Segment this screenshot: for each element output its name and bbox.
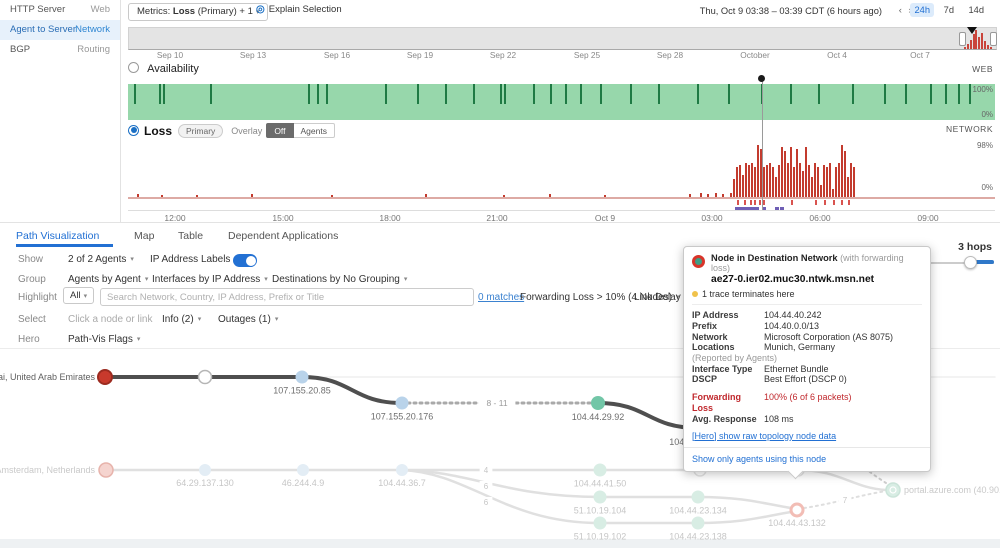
detail-key: Locations	[692, 342, 735, 353]
node-ip-label: 107.155.20.176	[371, 412, 434, 422]
graph-label: Dubai, United Arab Emirates	[0, 372, 95, 382]
tooltip-detail-rows: IP Address 104.44.40.242 Prefix 104.40.0.0/…	[692, 304, 922, 425]
node-ip-label: 51.10.19.104	[574, 506, 627, 516]
tooltip-row-gap	[692, 385, 922, 392]
node-ip-label: 104.44.43.132	[768, 518, 826, 528]
detail-value: 100% (6 of 6 packets)	[764, 392, 852, 403]
detail-key: DSCP	[692, 374, 718, 385]
tooltip-note-row: (Reported by Agents)	[692, 353, 778, 364]
tooltip-detail-row: DSCP Best Effort (DSCP 0)	[692, 374, 922, 385]
detail-key: Interface Type	[692, 363, 753, 374]
hop-node[interactable]	[593, 463, 607, 477]
tooltip-title: Node in Destination Network	[711, 253, 838, 263]
hop-node[interactable]	[593, 490, 607, 504]
node-ip-label: 46.244.4.9	[282, 478, 325, 488]
hop-node[interactable]	[295, 370, 309, 384]
hop-node[interactable]	[593, 516, 607, 530]
node-tooltip: Node in Destination Network (with forwar…	[683, 246, 931, 479]
tooltip-detail-row: Interface Type Ethernet Bundle	[692, 364, 922, 375]
detail-value: 108 ms	[764, 413, 794, 424]
detail-value: Best Effort (DSCP 0)	[764, 374, 847, 385]
node-ip-label: 104.44.41.50	[574, 479, 627, 489]
tooltip-detail-row: IP Address 104.44.40.242	[692, 310, 922, 321]
node-ip-label: 51.10.19.102	[574, 532, 627, 542]
graph-label: 8 - 11	[486, 398, 507, 408]
tooltip-detail-row: Prefix 104.40.0.0/13	[692, 321, 922, 332]
detail-value: Ethernet Bundle	[764, 363, 829, 374]
tooltip-hostname: ae27-0.ier02.muc30.ntwk.msn.net	[711, 274, 875, 285]
tooltip-detail-row: Locations Munich, Germany	[692, 342, 922, 353]
hop-node[interactable]	[395, 396, 409, 410]
node-ip-label: 104.44.36.7	[378, 478, 426, 488]
hop-node[interactable]	[297, 464, 309, 476]
tooltip-detail-row: Forwarding Loss 100% (6 of 6 packets)	[692, 392, 922, 414]
detail-value: 104.44.40.242	[764, 310, 822, 320]
detail-value: 104.40.0.0/13	[764, 320, 820, 331]
detail-key: Network	[692, 331, 728, 342]
node-ip-label: 104.44.23.138	[669, 532, 727, 542]
trace-terminates-note: 1 trace terminates here	[692, 289, 922, 299]
tooltip-detail-row: Avg. Response 108 ms	[692, 414, 922, 425]
graph-label: portal.azure.com (40.90.65.187)	[904, 485, 1000, 495]
agent-node-amsterdam[interactable]	[98, 462, 114, 478]
graph-label: 6	[484, 482, 489, 491]
hop-node[interactable]	[396, 464, 408, 476]
raw-topology-link[interactable]: [Hero] show raw topology node data	[692, 431, 922, 441]
graph-label: 7	[843, 496, 848, 505]
node-ip-label: 104.44.29.92	[572, 412, 625, 422]
node-ip-label: 107.155.20.85	[273, 386, 331, 396]
detail-value: Munich, Germany	[764, 342, 836, 353]
trace-terminates-text: 1 trace terminates here	[702, 289, 795, 299]
show-agents-link[interactable]: Show only agents using this node	[692, 454, 922, 464]
loss-node-icon	[692, 255, 705, 268]
graph-label: 6	[484, 498, 489, 507]
detail-key: Prefix	[692, 320, 718, 331]
hop-node[interactable]	[691, 516, 705, 530]
warning-dot-icon	[692, 291, 698, 297]
tooltip-divider	[684, 446, 930, 448]
detail-key: Avg. Response	[692, 413, 757, 424]
graph-label: 4	[484, 466, 489, 475]
loss-node-faded[interactable]	[789, 502, 805, 518]
detail-key: Forwarding Loss	[692, 392, 741, 414]
detail-value: Microsoft Corporation (AS 8075)	[764, 331, 894, 342]
agent-node-dubai[interactable]	[97, 369, 113, 385]
node-ip-label: 104.44.23.134	[669, 506, 727, 516]
hop-node[interactable]	[199, 464, 211, 476]
tooltip-detail-row: Network Microsoft Corporation (AS 8075)	[692, 332, 922, 343]
detail-key: IP Address	[692, 310, 739, 320]
node-ip-label: 64.29.137.130	[176, 478, 234, 488]
hop-node[interactable]	[197, 369, 213, 385]
hop-node[interactable]	[591, 396, 605, 410]
graph-label: Amsterdam, Netherlands	[0, 465, 95, 475]
graph-edge[interactable]	[796, 468, 888, 492]
tooltip-header: Node in Destination Network (with forwar…	[692, 253, 922, 285]
destination-node[interactable]	[885, 482, 901, 498]
hop-node[interactable]	[691, 490, 705, 504]
